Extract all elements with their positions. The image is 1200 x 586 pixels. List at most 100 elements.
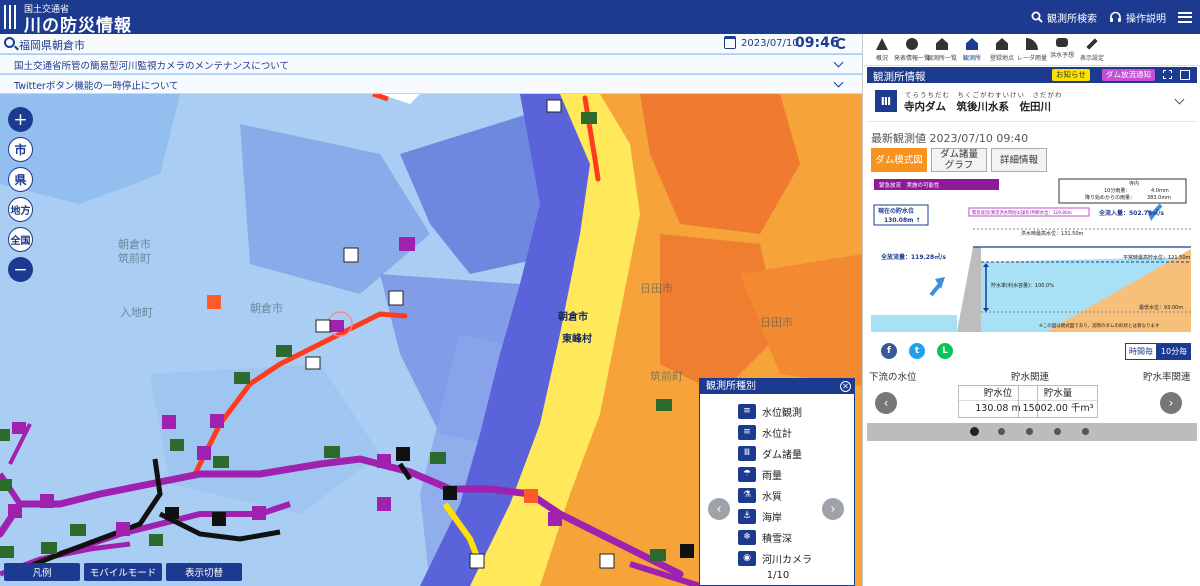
pagination-dot[interactable] [1082, 428, 1089, 435]
legend-item: ⚓ 海岸 [738, 507, 782, 525]
tab-building[interactable]: 観測所一覧 [927, 34, 957, 66]
total-outflow: 全放流量：119.28㎥/s [880, 253, 946, 261]
latest-observation: 最新観測値 2023/07/10 09:40 [871, 132, 1029, 145]
water-gauge-icon: ≡ [738, 424, 756, 440]
legend-item-label: 水質 [762, 491, 782, 503]
notice-item[interactable]: 国土交通省所管の簡易型河川監視カメラのメンテナンスについて [0, 55, 862, 74]
legend-prev-button[interactable]: ‹ [708, 498, 730, 520]
pagination-dot[interactable] [998, 428, 1005, 435]
flood-waves-icon [1056, 38, 1068, 47]
legend-item: ≡ 水位観測 [738, 402, 802, 420]
tab-wrench[interactable]: 表示設定 [1077, 34, 1107, 66]
line-icon[interactable]: L [937, 343, 953, 359]
next-arrow-icon[interactable]: › [1160, 392, 1182, 414]
dam-icon: Ⅲ [875, 90, 897, 112]
rain-total-value: 383.0mm [1147, 195, 1171, 201]
hamburger-menu-icon[interactable] [1178, 11, 1192, 23]
tab-label: 洪水予想 [1049, 52, 1074, 59]
station-house-icon [966, 38, 978, 50]
headset-icon [1110, 11, 1121, 22]
legend-item-label: 河川カメラ [762, 554, 812, 566]
pagination-dot[interactable] [1026, 428, 1033, 435]
interval-10min[interactable]: 10分毎 [1157, 343, 1191, 360]
tab-details[interactable]: 詳細情報 [991, 148, 1047, 172]
alert-circle-icon [906, 38, 918, 50]
tab-alert-circle[interactable]: 発表情報一覧 [894, 34, 930, 66]
rain-total-label: 降り始めからの雨量： [1085, 194, 1135, 201]
zoom-out-button[interactable]: − [8, 257, 33, 282]
chevron-down-icon[interactable] [1174, 94, 1185, 105]
zoom-nation-button[interactable]: 全国 [8, 227, 33, 252]
notice-text: Twitterボタン機能の一時停止について [14, 81, 179, 92]
legend-item: ≡ 水位計 [738, 423, 792, 441]
legend-item-label: 雨量 [762, 470, 782, 482]
rain-station-name: 寺内 [1129, 180, 1139, 187]
location-name[interactable]: 福岡県朝倉市 [19, 37, 85, 53]
current-level-label: 現在の貯水位 [878, 207, 914, 215]
pagination-dot[interactable] [970, 427, 979, 436]
tab-label: レーダ雨量 [1017, 55, 1048, 62]
pagination-dot[interactable] [1054, 428, 1061, 435]
umbrella-icon: ☂ [738, 466, 756, 482]
legend-header: 観測所種別 ✕ [700, 379, 854, 394]
chevron-down-icon[interactable] [833, 57, 844, 68]
mobile-mode-button[interactable]: モバイルモード [84, 563, 162, 581]
legend-item: ☂ 雨量 [738, 465, 782, 483]
section-storage: 貯水関連 [1011, 372, 1050, 383]
help-button[interactable]: 操作説明 [1109, 10, 1166, 25]
calendar-icon[interactable] [724, 36, 736, 49]
storage-volume-value: 15002.00 千m³ [1022, 403, 1094, 414]
expand-icon[interactable] [1163, 70, 1172, 79]
emergency-release-label: 緊急放流 実施の可能性 [879, 181, 940, 189]
normal-max-level: 平常時最高貯水位：121.50m [1123, 254, 1190, 261]
twitter-icon[interactable]: t [909, 343, 925, 359]
facebook-icon[interactable]: f [881, 343, 897, 359]
anchor-icon: ⚓ [738, 508, 756, 524]
tab-station-house[interactable]: 観測所 [957, 34, 987, 66]
notice-item[interactable]: Twitterボタン機能の一時停止について [0, 75, 862, 94]
building-icon [936, 38, 948, 50]
tab-label: 観測所一覧 [927, 55, 958, 62]
search-icon [1031, 11, 1043, 23]
refresh-icon[interactable] [836, 38, 847, 49]
interval-hourly[interactable]: 時間毎 [1125, 343, 1157, 360]
tab-warning[interactable]: 概況 [867, 34, 897, 66]
tab-dam-diagram[interactable]: ダム模式図 [871, 148, 927, 172]
panel-tabs: 概況 発表情報一覧 観測所一覧 観測所 登録地点 レーダ雨量 洪水予想 表示設定 [863, 34, 1200, 66]
zoom-prefecture-button[interactable]: 県 [8, 167, 33, 192]
station-selector[interactable]: Ⅲ てらうちだむ ちくごがわすいけい さだがわ 寺内ダム 筑後川水系 佐田川 [867, 84, 1197, 122]
station-search-button[interactable]: 観測所検索 [1031, 10, 1097, 25]
external-link-icon[interactable] [1180, 70, 1190, 80]
prev-arrow-icon[interactable]: ‹ [875, 392, 897, 414]
zoom-region-button[interactable]: 地方 [8, 197, 33, 222]
notice-pill[interactable]: お知らせ [1052, 69, 1090, 81]
tab-home[interactable]: 登録地点 [987, 34, 1017, 66]
close-icon[interactable]: ✕ [840, 381, 851, 392]
zoom-city-button[interactable]: 市 [8, 137, 33, 162]
dam-release-pill[interactable]: ダム放流通知 [1102, 69, 1155, 81]
legend-button[interactable]: 凡例 [4, 563, 80, 581]
tab-radar[interactable]: レーダ雨量 [1017, 34, 1047, 66]
legend-item: Ⅲ ダム諸量 [738, 444, 802, 462]
snowflake-icon: ❄ [738, 529, 756, 545]
radar-icon [1026, 38, 1038, 50]
tab-label: 登録地点 [989, 55, 1014, 62]
station-info-title: 観測所情報 [873, 71, 926, 83]
legend-item-label: 積雪深 [762, 533, 792, 545]
mlit-logo-icon [4, 5, 20, 29]
svg-text:朝倉市: 朝倉市 [250, 301, 283, 315]
place-label: 東峰村 [562, 334, 592, 345]
svg-text:筑前町: 筑前町 [118, 251, 151, 265]
legend-next-button[interactable]: › [822, 498, 844, 520]
map-area[interactable]: 朝倉市 筑前町 朝倉市 入地町 日田市 日田市 筑前町 福岡県朝倉市 2023/… [0, 34, 862, 586]
tab-label: 表示設定 [1079, 55, 1104, 62]
search-icon[interactable] [4, 37, 15, 48]
legend-popup: 観測所種別 ✕ ≡ 水位観測 ≡ 水位計 Ⅲ ダム諸量 ☂ 雨量 ⚗ 水質 ⚓ 海岸 ❄ 積雪深 ◉ 河川カメ… [699, 378, 855, 586]
site-title[interactable]: 川の防災情報 [24, 11, 132, 36]
chevron-down-icon[interactable] [833, 77, 844, 88]
home-icon [996, 38, 1008, 50]
tab-dam-graph[interactable]: ダム諸量 グラフ [931, 148, 987, 172]
zoom-in-button[interactable]: + [8, 107, 33, 132]
tab-flood-waves[interactable]: 洪水予想 [1047, 34, 1077, 66]
display-toggle-button[interactable]: 表示切替 [166, 563, 242, 581]
